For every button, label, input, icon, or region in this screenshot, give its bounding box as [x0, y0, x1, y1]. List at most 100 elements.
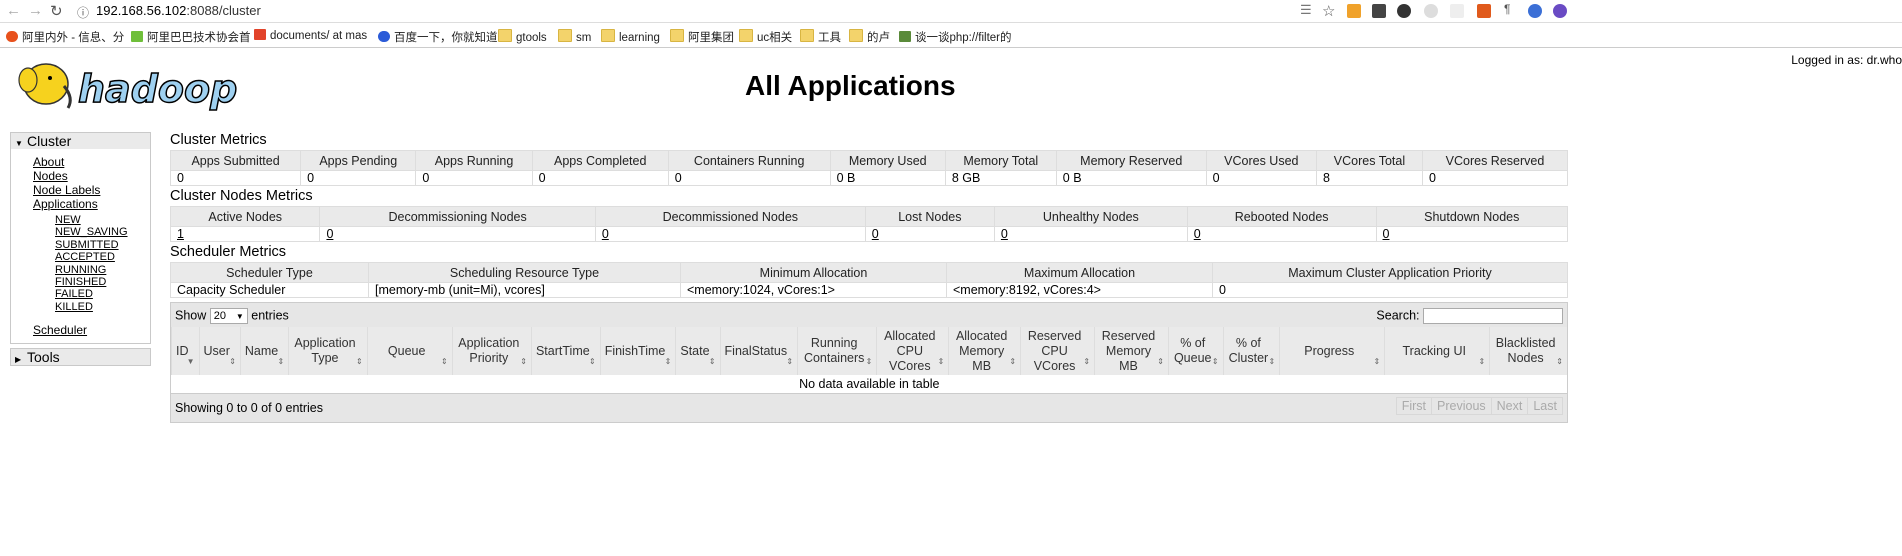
col-running-containers[interactable]: Running Containers ⇕ [797, 327, 877, 375]
col-application-priority[interactable]: Application Priority ⇕ [451, 327, 532, 375]
bookmark-star-icon[interactable]: ☆ [1322, 2, 1335, 20]
sidebar-state-running[interactable]: RUNNING [55, 264, 150, 276]
previous-page-button[interactable]: Previous [1431, 397, 1492, 415]
gitlab-icon [254, 29, 266, 40]
col-user[interactable]: User ⇕ [198, 327, 241, 375]
bookmark-item[interactable]: 的卢 [849, 29, 890, 45]
rebooted-nodes-link[interactable]: 0 [1194, 227, 1201, 241]
scheduler-metrics-table: Scheduler Type Scheduling Resource Type … [170, 262, 1568, 298]
next-page-button[interactable]: Next [1490, 397, 1529, 415]
sort-icon: ⇕ [1009, 357, 1017, 366]
page-title: All Applications [745, 70, 956, 101]
metric-value: 0 B [1055, 170, 1207, 186]
sidebar-link-applications[interactable]: Applications [33, 197, 150, 211]
col-start-time[interactable]: StartTime ⇕ [530, 327, 601, 375]
bookmark-item[interactable]: learning [601, 29, 660, 44]
sidebar-link-scheduler[interactable]: Scheduler [33, 323, 150, 337]
bookmark-item[interactable]: 阿里内外 - 信息、分 [6, 29, 124, 45]
url-field[interactable]: 192.168.56.102:8088/cluster [96, 3, 261, 18]
unhealthy-nodes-link[interactable]: 0 [1001, 227, 1008, 241]
metric-value: <memory:1024, vCores:1> [680, 282, 947, 298]
sidebar-state-finished[interactable]: FINISHED [55, 276, 150, 288]
sidebar-state-accepted[interactable]: ACCEPTED [55, 251, 150, 263]
translate-icon[interactable]: ☰ [1300, 2, 1312, 18]
col-final-status[interactable]: FinalStatus ⇕ [719, 327, 798, 375]
hadoop-logo[interactable]: hadoop [12, 58, 258, 119]
decommissioned-nodes-link[interactable]: 0 [602, 227, 609, 241]
col-allocated-memory[interactable]: Allocated Memory MB ⇕ [948, 327, 1021, 375]
cluster-toggle[interactable]: ▼ Cluster [11, 133, 150, 149]
caret-down-icon: ▼ [15, 139, 23, 148]
tools-toggle[interactable]: ▶ Tools [11, 349, 150, 366]
sort-icon: ⇕ [1157, 357, 1164, 366]
reload-icon[interactable]: ↻ [50, 2, 63, 20]
globe-icon[interactable] [1528, 4, 1542, 18]
forward-icon[interactable]: → [28, 2, 43, 19]
cluster-metrics-title: Cluster Metrics [170, 132, 267, 148]
decommissioning-nodes-link[interactable]: 0 [326, 227, 333, 241]
bookmark-item[interactable]: sm [558, 29, 591, 44]
bookmark-item[interactable]: 谈一谈php://filter的 [899, 29, 1012, 45]
sidebar-link-about[interactable]: About [33, 155, 150, 169]
first-page-button[interactable]: First [1395, 397, 1433, 415]
col-pct-cluster[interactable]: % of Cluster ⇕ [1222, 327, 1280, 375]
col-finish-time[interactable]: FinishTime ⇕ [599, 327, 676, 375]
col-tracking-ui[interactable]: Tracking UI ⇕ [1384, 327, 1490, 375]
col-progress[interactable]: Progress ⇕ [1279, 327, 1385, 375]
extension-icon[interactable] [1424, 4, 1438, 18]
sidebar-state-killed[interactable]: KILLED [55, 301, 150, 313]
folder-icon [558, 29, 572, 42]
browser-address-bar: ← → ↻ ⓘ 192.168.56.102:8088/cluster ☰ ☆ … [0, 0, 1902, 23]
extension-icon[interactable] [1347, 4, 1361, 18]
extension-icon[interactable] [1477, 4, 1491, 18]
col-pct-queue[interactable]: % of Queue ⇕ [1167, 327, 1224, 375]
col-state[interactable]: State ⇕ [675, 327, 721, 375]
col-name[interactable]: Name ⇕ [239, 327, 289, 375]
col-reserved-cpu[interactable]: Reserved CPU VCores ⇕ [1020, 327, 1095, 375]
metric-header: Memory Total [944, 150, 1057, 171]
last-page-button[interactable]: Last [1527, 397, 1563, 415]
metric-header: Apps Submitted [169, 150, 302, 171]
bookmark-item[interactable]: documents/ at mas [254, 29, 367, 42]
metric-value: 8 [1315, 170, 1423, 186]
bookmark-item[interactable]: 工具 [800, 29, 841, 45]
page-size-select[interactable]: 20 ▼ [209, 308, 248, 324]
logged-in-user: Logged in as: dr.who [1791, 53, 1902, 67]
bookmark-item[interactable]: uc相关 [739, 29, 792, 45]
search-input[interactable] [1423, 308, 1563, 324]
lost-nodes-link[interactable]: 0 [872, 227, 879, 241]
info-icon[interactable]: ⓘ [77, 4, 89, 21]
sidebar-state-new[interactable]: NEW [55, 214, 150, 226]
bookmark-item[interactable]: gtools [498, 29, 547, 44]
sidebar-state-failed[interactable]: FAILED [55, 288, 150, 300]
sort-icon: ⇕ [937, 357, 945, 366]
pagination: First Previous Next Last [1395, 397, 1563, 415]
col-blacklisted-nodes[interactable]: Blacklisted Nodes ⇕ [1489, 327, 1567, 375]
sidebar-link-node-labels[interactable]: Node Labels [33, 183, 150, 197]
cluster-metrics-table: Apps Submitted Apps Pending Apps Running… [169, 150, 1569, 186]
metric-value: 0 [300, 170, 417, 186]
qr-code-icon[interactable] [1372, 4, 1386, 18]
extension-icon[interactable] [1450, 4, 1464, 18]
back-icon[interactable]: ← [6, 2, 21, 19]
sidebar-state-new-saving[interactable]: NEW_SAVING [55, 226, 150, 238]
bookmark-item[interactable]: 阿里巴巴技术协会首 [131, 29, 251, 45]
metric-header: Minimum Allocation [680, 262, 947, 283]
shutdown-nodes-link[interactable]: 0 [1383, 227, 1390, 241]
col-queue[interactable]: Queue ⇕ [366, 327, 453, 375]
sidebar-link-nodes[interactable]: Nodes [33, 169, 150, 183]
active-nodes-link[interactable]: 1 [177, 227, 184, 241]
mask-icon[interactable] [1397, 4, 1411, 18]
pilcrow-icon[interactable]: ¶ [1504, 2, 1518, 16]
sidebar-state-submitted[interactable]: SUBMITTED [55, 239, 150, 251]
col-application-type[interactable]: Application Type ⇕ [288, 327, 368, 375]
metric-header: Memory Used [829, 150, 946, 171]
col-reserved-memory[interactable]: Reserved Memory MB ⇕ [1094, 327, 1169, 375]
sort-icon: ⇕ [1083, 357, 1091, 366]
bookmark-item[interactable]: 阿里集团 [670, 29, 734, 45]
bookmark-item[interactable]: 百度一下，你就知道 [378, 29, 498, 45]
col-id[interactable]: ID ▼ [171, 327, 199, 375]
sort-icon: ⇕ [1211, 357, 1219, 366]
col-allocated-cpu[interactable]: Allocated CPU VCores ⇕ [876, 327, 949, 375]
extension-icon[interactable] [1553, 4, 1567, 18]
